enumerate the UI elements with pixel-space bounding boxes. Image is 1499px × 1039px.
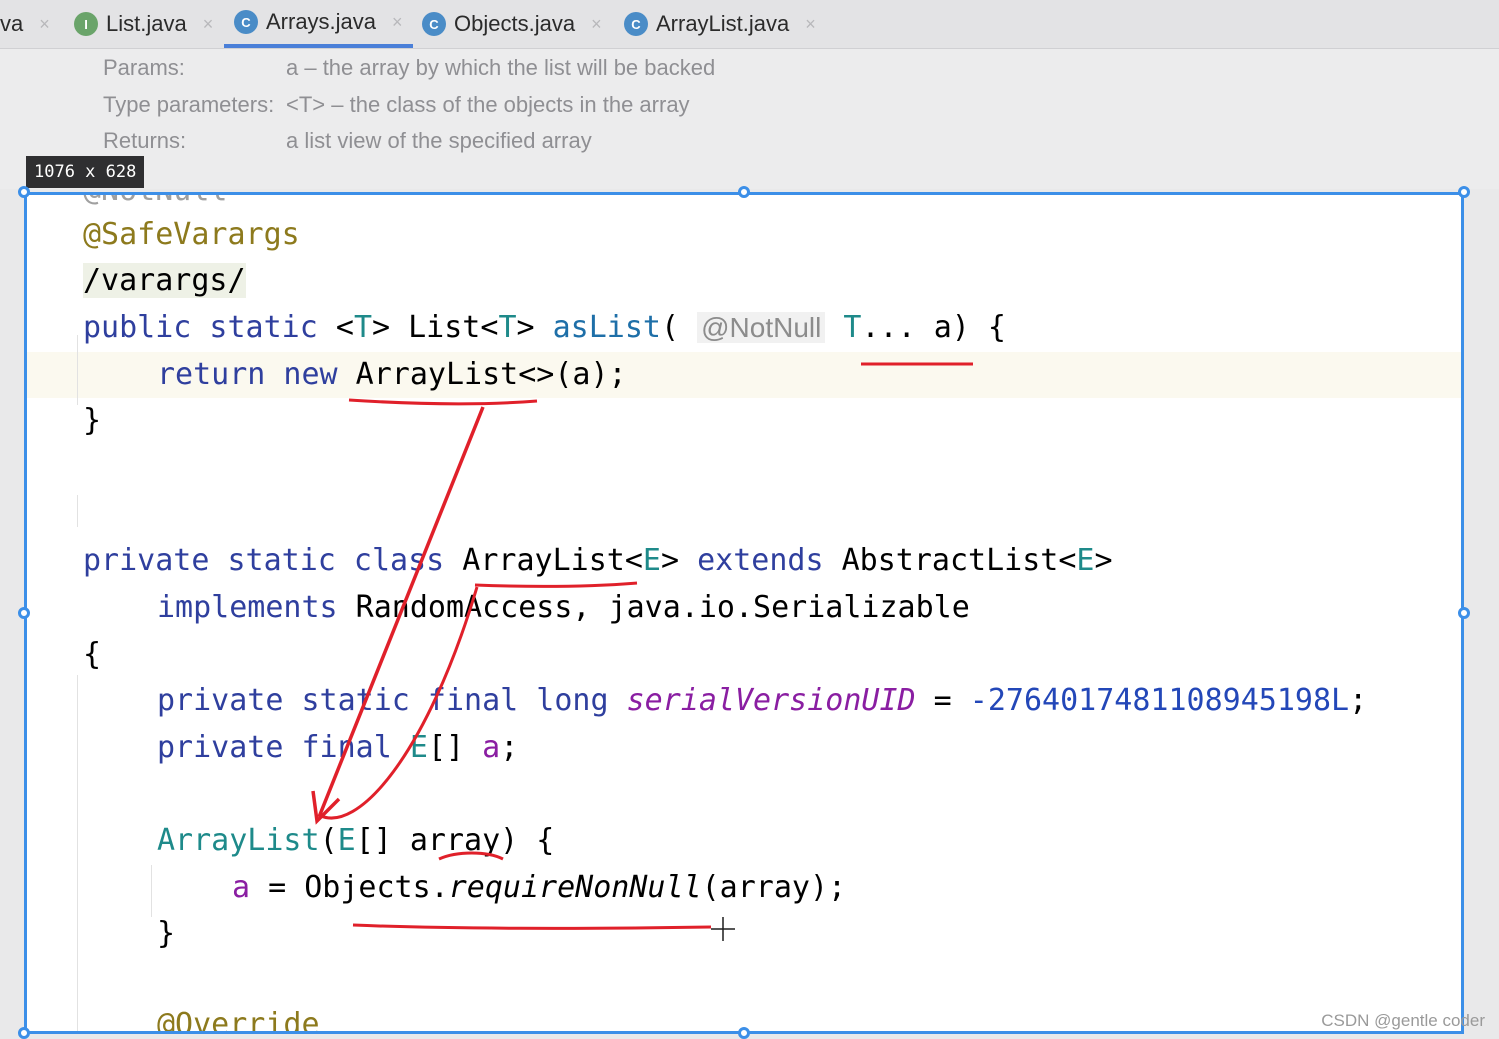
doc-params-text: a – the array by which the list will be … (286, 55, 716, 80)
class-icon: C (624, 12, 648, 36)
underline-mark (474, 581, 638, 588)
doc-params-label: Params: (103, 55, 185, 80)
close-icon[interactable]: × (591, 14, 602, 35)
screenshot-selection-frame[interactable]: @NotNull @SafeVarargs /varargs/ public s… (24, 192, 1464, 1034)
class-icon: C (422, 12, 446, 36)
code-line: /varargs/ (83, 263, 246, 298)
close-icon[interactable]: × (39, 14, 50, 35)
underline-mark (348, 398, 538, 406)
code-line: { (83, 637, 102, 672)
code-line: private static final long serialVersionU… (157, 683, 1368, 718)
underline-mark (352, 923, 712, 930)
resize-handle-top-left[interactable] (18, 186, 30, 198)
resize-handle-left[interactable] (18, 607, 30, 619)
tab-partial[interactable]: va × (0, 0, 50, 48)
editor-tab-bar: va × I List.java × C Arrays.java × C Obj… (0, 0, 1499, 49)
tab-label: Objects.java (454, 11, 576, 36)
crosshair-cursor-icon (711, 917, 735, 941)
tab-arrays-java[interactable]: C Arrays.java × (224, 0, 413, 48)
inlay-hint: @NotNull (697, 312, 826, 343)
tab-label: Arrays.java (266, 9, 377, 34)
resize-handle-bottom-left[interactable] (18, 1027, 30, 1039)
code-line: @NotNull (83, 195, 228, 208)
arrow-head-icon (311, 790, 341, 825)
close-icon[interactable]: × (203, 14, 214, 35)
code-line: @Override (157, 1007, 320, 1034)
code-line: } (157, 916, 176, 951)
code-line: a = Objects.requireNonNull(array); (232, 870, 847, 905)
code-line: private static class ArrayList<E> extend… (83, 543, 1113, 578)
class-icon: C (234, 10, 258, 34)
code-line: @SafeVarargs (83, 217, 300, 252)
doc-type-text: <T> – the class of the objects in the ar… (286, 92, 690, 117)
tab-arraylist-java[interactable]: C ArrayList.java × (624, 0, 816, 48)
tab-objects-java[interactable]: C Objects.java × (422, 0, 602, 48)
close-icon[interactable]: × (805, 14, 816, 35)
indent-guide (77, 335, 78, 405)
watermark: CSDN @gentle coder (1321, 1011, 1485, 1030)
tab-label: ArrayList.java (656, 11, 790, 36)
javadoc-panel: Params: a – the array by which the list … (0, 49, 1499, 189)
doc-returns-text: a list view of the specified array (286, 128, 592, 153)
code-line: public static <T> List<T> asList( @NotNu… (83, 310, 1006, 345)
tab-list-java[interactable]: I List.java × (74, 0, 213, 48)
code-line: return new ArrayList<>(a); (157, 357, 627, 392)
tab-label: va (0, 11, 24, 36)
indent-guide (151, 865, 152, 917)
interface-icon: I (74, 12, 98, 36)
close-icon[interactable]: × (392, 12, 403, 33)
resize-handle-top-right[interactable] (1458, 186, 1470, 198)
indent-guide (77, 495, 78, 527)
code-line: } (83, 403, 102, 438)
code-line: implements RandomAccess, java.io.Seriali… (157, 590, 970, 625)
resize-handle-bottom[interactable] (738, 1027, 750, 1039)
selection-dimensions-label: 1076 x 628 (26, 156, 145, 188)
doc-returns-label: Returns: (103, 128, 187, 153)
resize-handle-right[interactable] (1458, 607, 1470, 619)
code-line: private final E[] a; (157, 730, 519, 765)
code-line: ArrayList(E[] array) { (157, 823, 555, 858)
tab-label: List.java (106, 11, 187, 36)
indent-guide (77, 675, 78, 1031)
doc-type-label: Type parameters: (103, 92, 275, 117)
resize-handle-top[interactable] (738, 186, 750, 198)
